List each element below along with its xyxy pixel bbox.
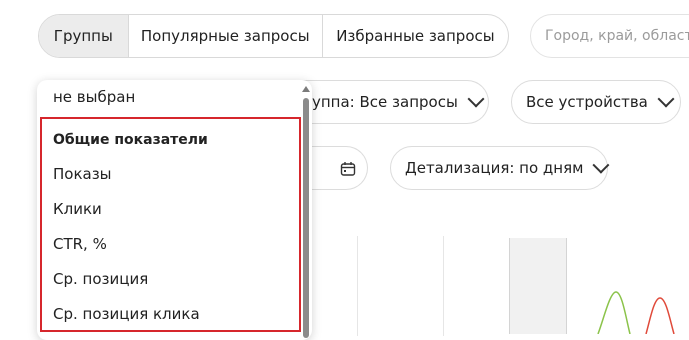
chevron-down-icon bbox=[592, 156, 610, 174]
group-select-label: уппа: Все запросы bbox=[312, 93, 458, 111]
dropdown-section-title: Общие показатели bbox=[53, 132, 208, 148]
scrollbar-thumb[interactable] bbox=[303, 98, 309, 338]
dropdown-item-avg-click-position[interactable]: Ср. позиция клика bbox=[53, 305, 200, 323]
dropdown-item-clicks[interactable]: Клики bbox=[53, 200, 102, 218]
devices-select-label: Все устройства bbox=[526, 93, 648, 111]
dropdown-item-ctr[interactable]: CTR, % bbox=[53, 235, 107, 253]
scroll-up-icon[interactable] bbox=[302, 86, 310, 92]
metric-dropdown: не выбран Общие показатели Показы Клики … bbox=[37, 80, 312, 340]
chart-weekend-shade bbox=[509, 238, 567, 334]
highlight-frame bbox=[40, 117, 301, 332]
chart-gridline bbox=[443, 236, 444, 336]
devices-select[interactable]: Все устройства bbox=[511, 80, 681, 124]
chart-series-lines bbox=[597, 291, 675, 334]
dropdown-scrollbar[interactable] bbox=[300, 84, 312, 338]
chevron-down-icon bbox=[467, 90, 485, 108]
chart-gridline bbox=[357, 236, 358, 336]
series-line-green bbox=[597, 291, 631, 334]
tab-groups[interactable]: Группы bbox=[39, 15, 129, 57]
dropdown-item-impressions[interactable]: Показы bbox=[53, 165, 112, 183]
calendar-icon bbox=[340, 162, 356, 176]
view-tabs: Группы Популярные запросы Избранные запр… bbox=[38, 14, 509, 58]
region-search-input[interactable]: Город, край, область bbox=[530, 14, 689, 58]
tab-popular-queries[interactable]: Популярные запросы bbox=[129, 15, 323, 57]
dropdown-item-avg-position[interactable]: Ср. позиция bbox=[53, 270, 148, 288]
tab-favorite-queries[interactable]: Избранные запросы bbox=[323, 15, 508, 57]
detail-select[interactable]: Детализация: по дням bbox=[390, 146, 610, 190]
group-select[interactable]: уппа: Все запросы bbox=[290, 80, 489, 124]
series-line-red bbox=[645, 297, 675, 334]
detail-select-label: Детализация: по дням bbox=[405, 159, 584, 177]
chevron-down-icon bbox=[657, 90, 675, 108]
dropdown-current-value[interactable]: не выбран bbox=[53, 88, 135, 106]
